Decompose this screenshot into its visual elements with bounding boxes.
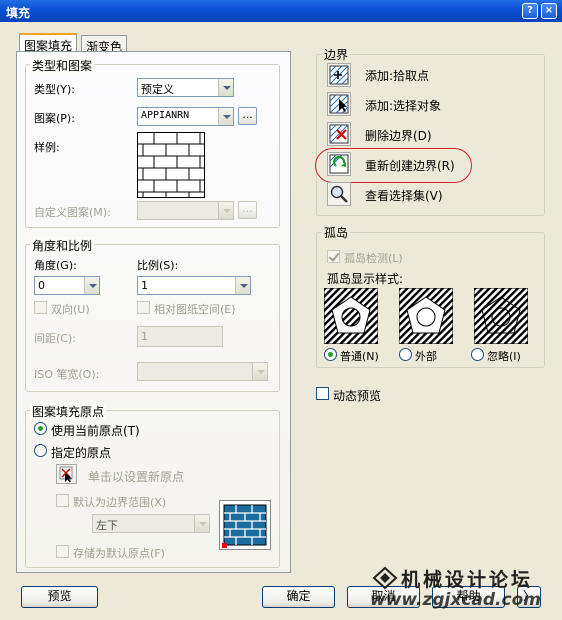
- add-select-objects-button[interactable]: [327, 92, 351, 116]
- close-button[interactable]: ×: [541, 3, 557, 19]
- use-current-origin-label: 使用当前原点(T): [51, 424, 140, 438]
- chevron-down-icon: [194, 515, 209, 532]
- double-label: 双向(U): [51, 303, 90, 316]
- store-default-checkbox[interactable]: [56, 545, 69, 558]
- ok-button[interactable]: 确定: [262, 586, 335, 608]
- pick-points-icon: [329, 65, 349, 85]
- tab-hatch[interactable]: 图案填充: [19, 33, 78, 53]
- dynamic-preview-checkbox[interactable]: [316, 387, 329, 400]
- watermark-url: www.zgjxcad.com: [370, 590, 541, 610]
- highlight-ring: [315, 148, 472, 183]
- window-title: 填充: [6, 6, 31, 20]
- view-selection-button[interactable]: [327, 182, 351, 206]
- chevron-down-icon: [218, 202, 233, 219]
- help-title-button[interactable]: ?: [522, 3, 538, 19]
- sample-label: 样例:: [34, 141, 60, 154]
- title-bar: 填充 ? ×: [0, 0, 562, 22]
- type-pattern-title: 类型和图案: [30, 57, 95, 74]
- store-default-label: 存储为默认原点(F): [73, 547, 165, 560]
- custom-pattern-combo[interactable]: [137, 201, 234, 220]
- island-outer-radio[interactable]: [399, 348, 412, 361]
- origin-preview-icon: [219, 500, 271, 550]
- iso-pen-label: ISO 笔宽(O):: [34, 368, 100, 381]
- pattern-combo[interactable]: APPIANRN: [137, 107, 234, 126]
- dynamic-preview-label: 动态预览: [333, 389, 382, 403]
- set-origin-button[interactable]: [56, 464, 77, 484]
- specified-origin-label: 指定的原点: [51, 446, 112, 460]
- island-detection-checkbox[interactable]: [327, 250, 340, 263]
- type-combo[interactable]: 预定义: [137, 78, 234, 97]
- pattern-browse-button[interactable]: ...: [238, 107, 257, 125]
- angle-scale-title: 角度和比例: [30, 237, 95, 254]
- relative-paper-label: 相对图纸空间(E): [154, 303, 236, 316]
- pattern-label: 图案(P):: [34, 112, 75, 125]
- use-current-origin-radio[interactable]: [34, 422, 47, 435]
- spacing-label: 间距(C):: [34, 332, 76, 345]
- add-pick-points-label: 添加:拾取点: [365, 69, 430, 83]
- remove-boundary-label: 删除边界(D): [365, 129, 432, 143]
- add-select-objects-label: 添加:选择对象: [365, 99, 442, 113]
- island-style-label: 孤岛显示样式:: [327, 272, 404, 286]
- angle-combo[interactable]: 0: [34, 276, 100, 295]
- chevron-down-icon: [218, 108, 233, 125]
- islands-title: 孤岛: [322, 224, 351, 241]
- select-objects-icon: [329, 94, 349, 114]
- origin-title: 图案填充原点: [30, 403, 107, 420]
- click-set-origin-label: 单击以设置新原点: [88, 470, 185, 484]
- angle-label: 角度(G):: [34, 259, 77, 272]
- add-pick-points-button[interactable]: [327, 63, 351, 87]
- island-normal-radio[interactable]: [324, 348, 337, 361]
- island-normal-label: 普通(N): [340, 350, 379, 363]
- island-detection-label: 孤岛检测(L): [344, 252, 403, 265]
- scale-combo[interactable]: 1: [137, 276, 251, 295]
- island-outer-preview[interactable]: [399, 288, 453, 344]
- boundary-title: 边界: [322, 46, 351, 63]
- double-checkbox[interactable]: [34, 301, 47, 314]
- default-extent-label: 默认为边界范围(X): [73, 496, 167, 509]
- magnifier-icon: [330, 185, 348, 203]
- custom-pattern-browse-button[interactable]: ...: [238, 201, 257, 219]
- island-ignore-preview[interactable]: [474, 288, 528, 344]
- watermark-logo-icon: [372, 566, 398, 590]
- island-ignore-radio[interactable]: [471, 348, 484, 361]
- preview-button[interactable]: 预览: [21, 586, 98, 608]
- remove-boundary-button[interactable]: [327, 122, 351, 146]
- chevron-down-icon: [252, 363, 267, 380]
- iso-pen-combo[interactable]: [137, 362, 268, 381]
- scale-label: 比例(S):: [137, 259, 179, 272]
- type-label: 类型(Y):: [34, 83, 76, 96]
- relative-paper-checkbox[interactable]: [137, 301, 150, 314]
- island-normal-preview[interactable]: [324, 288, 378, 344]
- origin-position-combo[interactable]: 左下: [92, 514, 210, 533]
- chevron-down-icon: [235, 277, 250, 294]
- remove-boundary-icon: [329, 124, 349, 144]
- custom-pattern-label: 自定义图案(M):: [34, 206, 111, 219]
- pick-origin-icon: [59, 466, 73, 483]
- hatch-sample-preview[interactable]: [137, 132, 205, 198]
- chevron-down-icon: [218, 79, 233, 96]
- specified-origin-radio[interactable]: [34, 444, 47, 457]
- spacing-input[interactable]: 1: [137, 326, 223, 347]
- watermark-name: 机械设计论坛: [401, 569, 534, 591]
- island-outer-label: 外部: [415, 350, 437, 363]
- island-ignore-label: 忽略(I): [487, 350, 521, 363]
- view-selection-label: 查看选择集(V): [365, 189, 443, 203]
- default-extent-checkbox[interactable]: [56, 494, 69, 507]
- chevron-down-icon: [84, 277, 99, 294]
